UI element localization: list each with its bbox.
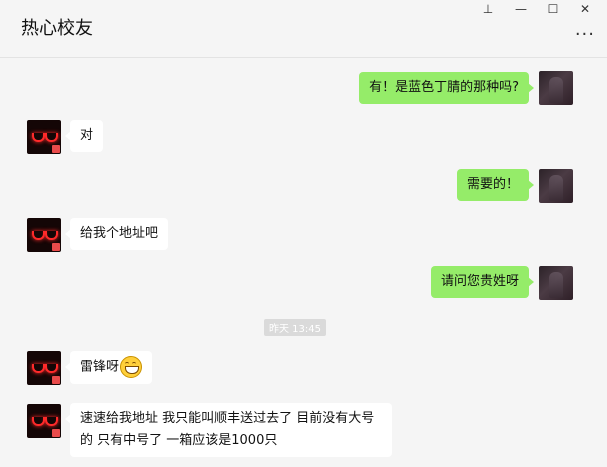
message-list[interactable]: 有！是蓝色丁腈的那种吗? 对 需要的！ 给我个地址吧 请问您贵姓呀 昨天 13:… bbox=[0, 58, 607, 467]
my-message-bubble[interactable]: 有！是蓝色丁腈的那种吗? bbox=[359, 72, 534, 104]
contact-message-bubble[interactable]: 对 bbox=[64, 120, 104, 152]
timestamp-label: 昨天 13:45 bbox=[264, 319, 326, 336]
contact-message-bubble[interactable]: 给我个地址吧 bbox=[64, 218, 169, 250]
pin-icon[interactable]: ⊥ bbox=[474, 0, 502, 18]
message-text: 雷锋呀 bbox=[80, 359, 120, 375]
my-avatar[interactable] bbox=[539, 266, 573, 300]
maximize-icon[interactable]: ☐ bbox=[539, 0, 567, 18]
more-icon[interactable]: ··· bbox=[575, 24, 595, 45]
contact-avatar[interactable] bbox=[27, 218, 61, 252]
close-icon[interactable]: ✕ bbox=[571, 0, 599, 18]
my-message-bubble[interactable]: 请问您贵姓呀 bbox=[430, 266, 535, 298]
my-avatar[interactable] bbox=[539, 169, 573, 203]
minimize-icon[interactable]: — bbox=[507, 0, 535, 18]
grin-emoji-icon bbox=[120, 356, 143, 378]
my-message-bubble[interactable]: 需要的！ bbox=[456, 169, 535, 201]
chat-title: 热心校友 bbox=[21, 18, 93, 39]
contact-avatar[interactable] bbox=[27, 120, 61, 154]
contact-avatar[interactable] bbox=[27, 404, 61, 438]
contact-avatar[interactable] bbox=[27, 351, 61, 385]
contact-message-bubble[interactable]: 雷锋呀 bbox=[64, 351, 153, 384]
my-avatar[interactable] bbox=[539, 71, 573, 105]
chat-header: 热心校友 ⊥ — ☐ ✕ ··· bbox=[0, 0, 607, 58]
contact-message-bubble[interactable]: 速速给我地址 我只能叫顺丰送过去了 目前没有大号的 只有中号了 一箱应该是100… bbox=[65, 403, 392, 457]
